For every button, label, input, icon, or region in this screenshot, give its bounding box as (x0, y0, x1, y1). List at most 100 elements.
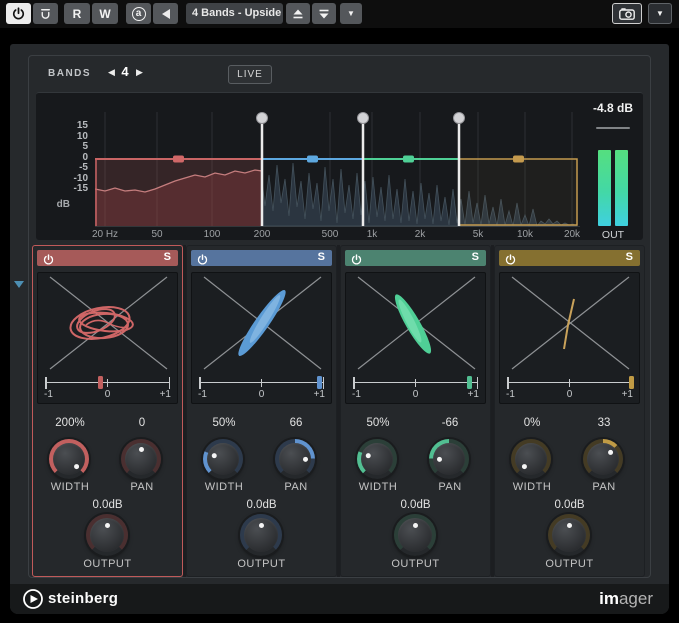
band-panel-3[interactable]: S 0 -1 +1 50% -66 WIDTH PAN 0.0dB (340, 245, 491, 577)
preset-up-icon (292, 8, 304, 20)
pan-knob[interactable] (583, 439, 623, 479)
band-power-button[interactable] (505, 252, 516, 270)
meter-zero-label: 0 (346, 389, 485, 400)
freq-tick: 1k (367, 229, 378, 240)
band-power-button[interactable] (43, 252, 54, 270)
output-knob[interactable] (548, 514, 590, 556)
band-power-button[interactable] (197, 252, 208, 270)
pan-label: PAN (413, 481, 487, 493)
db-tick: 15 (58, 120, 88, 131)
band-1-region[interactable] (95, 159, 262, 226)
power-icon (12, 7, 25, 20)
preset-menu-button[interactable]: ▼ (340, 3, 362, 24)
freq-tick: 50 (151, 229, 162, 240)
next-preset-button[interactable] (312, 3, 336, 24)
output-meter-right (615, 150, 628, 226)
read-automation-button[interactable]: R (64, 3, 90, 24)
band-solo-button[interactable]: S (472, 251, 479, 263)
db-tick: 5 (58, 141, 88, 152)
bands-label: BANDS (48, 68, 91, 79)
band-panel-2[interactable]: S 0 -1 +1 50% 66 WIDTH PAN 0.0dB (186, 245, 337, 577)
balance-marker (629, 376, 634, 389)
circled-a-icon: a (132, 7, 146, 21)
band-solo-button[interactable]: S (318, 251, 325, 263)
output-gain-value: -4.8 dB (578, 101, 648, 115)
band-1-balance-meter (45, 376, 170, 390)
band-solo-button[interactable]: S (164, 251, 171, 263)
power-icon (505, 254, 516, 265)
pan-value: 33 (567, 417, 641, 429)
output-label: OUTPUT (33, 558, 182, 570)
crossover-handle-2[interactable] (358, 113, 369, 124)
meter-max-label: +1 (160, 389, 171, 400)
width-knob[interactable] (357, 439, 397, 479)
stereo-image-trace (390, 291, 436, 357)
crossover-handle-1[interactable] (257, 113, 268, 124)
width-knob[interactable] (511, 439, 551, 479)
bypass-button[interactable] (33, 3, 58, 24)
band-3-header: S (345, 250, 486, 266)
band-4-header: S (499, 250, 640, 266)
db-unit-label: dB (44, 199, 70, 210)
bands-decrease-button[interactable]: ◀ (108, 67, 115, 78)
meter-min-label: -1 (506, 389, 515, 400)
width-label: WIDTH (341, 481, 415, 493)
collapse-bands-button[interactable] (14, 281, 24, 288)
balance-marker (317, 376, 322, 389)
band-2-gain-handle[interactable] (307, 156, 318, 163)
back-button[interactable] (153, 3, 178, 24)
pan-value: -66 (413, 417, 487, 429)
width-knob[interactable] (49, 439, 89, 479)
band-1-gain-handle[interactable] (173, 156, 184, 163)
width-label: WIDTH (33, 481, 107, 493)
width-value: 50% (341, 417, 415, 429)
pan-knob[interactable] (121, 439, 161, 479)
band-4-vectorscope: 0 -1 +1 (499, 272, 640, 404)
band-power-button[interactable] (351, 252, 362, 270)
band-panel-4[interactable]: S 0 -1 +1 0% 33 WIDTH PAN 0.0dB OUTPUT (494, 245, 645, 577)
bands-increase-button[interactable]: ▶ (136, 67, 143, 78)
output-value: 0.0dB (33, 499, 182, 511)
snapshot-button[interactable] (612, 3, 642, 24)
output-label: OUTPUT (187, 558, 336, 570)
power-icon (351, 254, 362, 265)
meter-zero-label: 0 (38, 389, 177, 400)
band-panel-1[interactable]: S 0 -1 +1 200% 0 (32, 245, 183, 577)
output-knob[interactable] (240, 514, 282, 556)
window-menu-button[interactable]: ▼ (648, 3, 672, 24)
brand-name: steinberg (48, 590, 118, 607)
automation-button[interactable]: a (126, 3, 151, 24)
freq-tick: 500 (322, 229, 339, 240)
steinberg-logo-icon (22, 588, 44, 610)
band-2-balance-meter (199, 376, 324, 390)
freq-tick: 200 (254, 229, 271, 240)
pan-knob[interactable] (429, 439, 469, 479)
pan-knob[interactable] (275, 439, 315, 479)
output-knob[interactable] (86, 514, 128, 556)
meter-min-label: -1 (352, 389, 361, 400)
band-1-vectorscope: 0 -1 +1 (37, 272, 178, 404)
balance-marker (98, 376, 103, 389)
width-knob[interactable] (203, 439, 243, 479)
band-4-region[interactable] (459, 159, 577, 225)
freq-tick: 20 Hz (92, 229, 118, 240)
preset-name-display[interactable]: 4 Bands - Upside D (186, 3, 283, 24)
balance-marker (467, 376, 472, 389)
output-label: OUTPUT (495, 558, 644, 570)
plugin-power-button[interactable] (6, 3, 31, 24)
db-tick: -15 (58, 183, 88, 194)
band-3-gain-handle[interactable] (403, 156, 414, 163)
band-solo-button[interactable]: S (626, 251, 633, 263)
vectorscope-display (346, 273, 487, 373)
band-3-balance-meter (353, 376, 478, 390)
width-label: WIDTH (187, 481, 261, 493)
band-4-gain-handle[interactable] (513, 156, 524, 163)
crossover-handle-3[interactable] (454, 113, 465, 124)
freq-tick: 10k (517, 229, 533, 240)
write-automation-button[interactable]: W (92, 3, 118, 24)
live-button[interactable]: LIVE (228, 65, 272, 84)
previous-preset-button[interactable] (286, 3, 310, 24)
bands-count-value[interactable]: 4 (118, 64, 132, 79)
output-knob[interactable] (394, 514, 436, 556)
output-gain-slider[interactable] (596, 127, 630, 129)
